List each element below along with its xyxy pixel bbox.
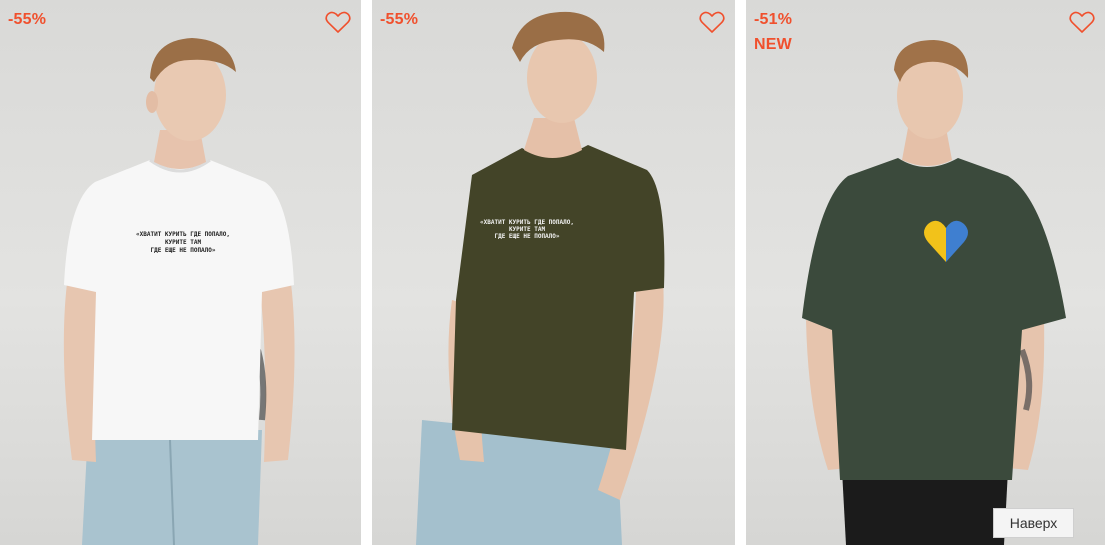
product-grid: «ХВАТИТ КУРИТЬ ГДЕ ПОПАЛО, КУРИТЕ ТАМ ГД… [0, 0, 1105, 545]
heart-outline-icon[interactable] [1069, 10, 1095, 34]
product-image[interactable] [746, 0, 1105, 545]
print-line: КУРИТЕ ТАМ [165, 239, 202, 246]
product-image[interactable]: «ХВАТИТ КУРИТЬ ГДЕ ПОПАЛО, КУРИТЕ ТАМ ГД… [372, 0, 735, 545]
product-card[interactable]: «ХВАТИТ КУРИТЬ ГДЕ ПОПАЛО, КУРИТЕ ТАМ ГД… [372, 0, 735, 545]
print-line: КУРИТЕ ТАМ [509, 226, 546, 233]
print-line: ГДЕ ЕЩЕ НЕ ПОПАЛО» [494, 233, 559, 240]
new-badge: NEW [754, 36, 792, 53]
scroll-to-top-button[interactable]: Наверх [993, 508, 1074, 538]
discount-badge: -55% [380, 11, 419, 28]
product-card[interactable]: -51% NEW [746, 0, 1105, 545]
discount-badge: -51% [754, 11, 793, 28]
discount-badge: -55% [8, 11, 47, 28]
heart-outline-icon[interactable] [325, 10, 351, 34]
product-image[interactable]: «ХВАТИТ КУРИТЬ ГДЕ ПОПАЛО, КУРИТЕ ТАМ ГД… [0, 0, 361, 545]
print-line: ГДЕ ЕЩЕ НЕ ПОПАЛО» [150, 247, 215, 254]
print-line: «ХВАТИТ КУРИТЬ ГДЕ ПОПАЛО, [136, 231, 230, 238]
heart-outline-icon[interactable] [699, 10, 725, 34]
print-line: «ХВАТИТ КУРИТЬ ГДЕ ПОПАЛО, [480, 219, 574, 226]
product-card[interactable]: «ХВАТИТ КУРИТЬ ГДЕ ПОПАЛО, КУРИТЕ ТАМ ГД… [0, 0, 361, 545]
